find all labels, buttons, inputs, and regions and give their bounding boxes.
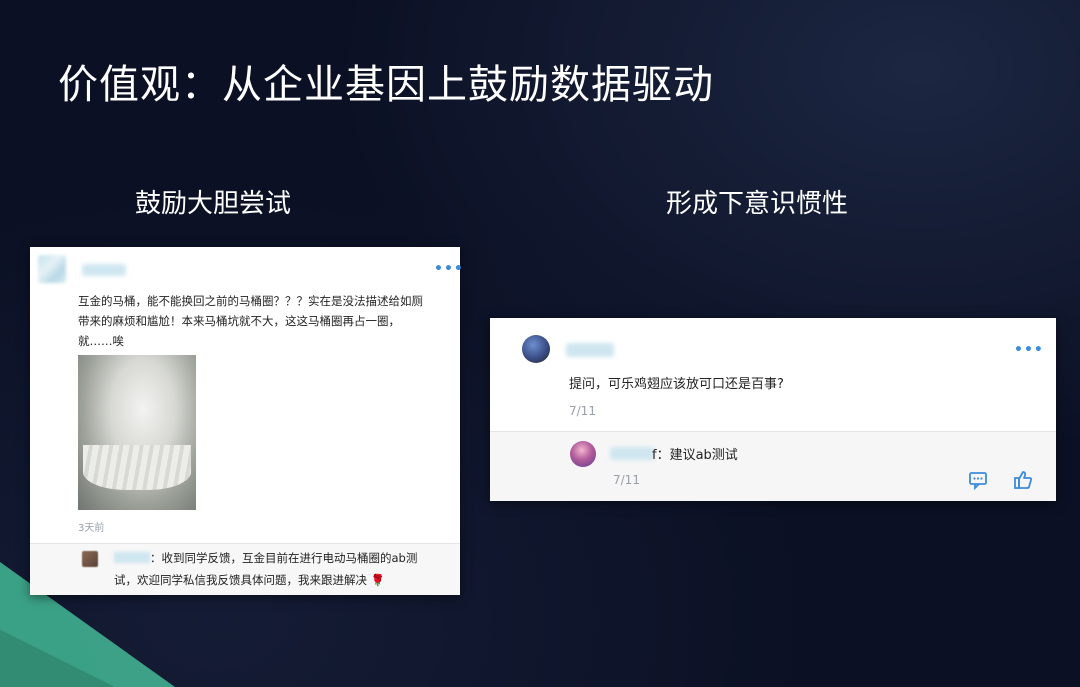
section-heading-left: 鼓励大胆尝试 xyxy=(135,189,292,219)
post-text-line: 带来的麻烦和尴尬！本来马桶坑就不大，这这马桶圈再占一圈， xyxy=(78,314,400,328)
reply-comment: f：建议ab测试 xyxy=(652,448,738,463)
avatar[interactable] xyxy=(522,335,550,363)
post-text-line: 互金的马桶，能不能换回之前的马桶圈？？？实在是没法描述给如厕 xyxy=(78,294,423,308)
page-title: 价值观：从企业基因上鼓励数据驱动 xyxy=(58,62,714,108)
reply-line: 试，欢迎同学私信我反馈具体问题，我来跟进解决 🌹 xyxy=(114,569,444,591)
username-blurred[interactable] xyxy=(82,264,126,276)
reply-username-blurred[interactable] xyxy=(114,552,150,563)
post-photo[interactable] xyxy=(78,355,196,510)
post-text-line: 就……唉 xyxy=(78,334,124,348)
divider xyxy=(30,543,460,544)
post-card-left: ••• 互金的马桶，能不能换回之前的马桶圈？？？实在是没法描述给如厕 带来的麻烦… xyxy=(30,247,463,595)
post-date: 7/11 xyxy=(569,404,596,418)
more-options-icon[interactable]: ••• xyxy=(1014,342,1044,358)
reply-avatar[interactable] xyxy=(82,551,98,567)
section-heading-right: 形成下意识惯性 xyxy=(666,189,849,219)
reply-line: ：收到同学反馈，互金目前在进行电动马桶圈的ab测 xyxy=(114,547,444,569)
reply-comment: ：收到同学反馈，互金目前在进行电动马桶圈的ab测 试，欢迎同学私信我反馈具体问题… xyxy=(114,547,444,591)
reply-date: 7/11 xyxy=(613,473,640,487)
reply-avatar[interactable] xyxy=(570,441,596,467)
question-text: 提问，可乐鸡翅应该放可口还是百事? xyxy=(569,377,784,392)
divider xyxy=(490,431,1056,432)
comment-icon[interactable] xyxy=(968,470,988,491)
more-options-icon[interactable]: ••• xyxy=(434,261,464,277)
username-blurred[interactable] xyxy=(566,343,614,357)
avatar[interactable] xyxy=(38,255,66,283)
reply-text-line: 试，欢迎同学私信我反馈具体问题，我来跟进解决 xyxy=(114,573,367,587)
post-time: 3天前 xyxy=(78,523,105,534)
rose-icon: 🌹 xyxy=(370,573,385,587)
post-body: 互金的马桶，能不能换回之前的马桶圈？？？实在是没法描述给如厕 带来的麻烦和尴尬！… xyxy=(78,291,443,351)
reply-text-line: ：收到同学反馈，互金目前在进行电动马桶圈的ab测 xyxy=(150,551,418,565)
reply-username-blurred[interactable] xyxy=(610,447,654,460)
post-card-right: ••• 提问，可乐鸡翅应该放可口还是百事? 7/11 f：建议ab测试 7/11 xyxy=(490,318,1056,501)
reply-section xyxy=(490,431,1056,501)
like-icon[interactable] xyxy=(1013,470,1033,490)
